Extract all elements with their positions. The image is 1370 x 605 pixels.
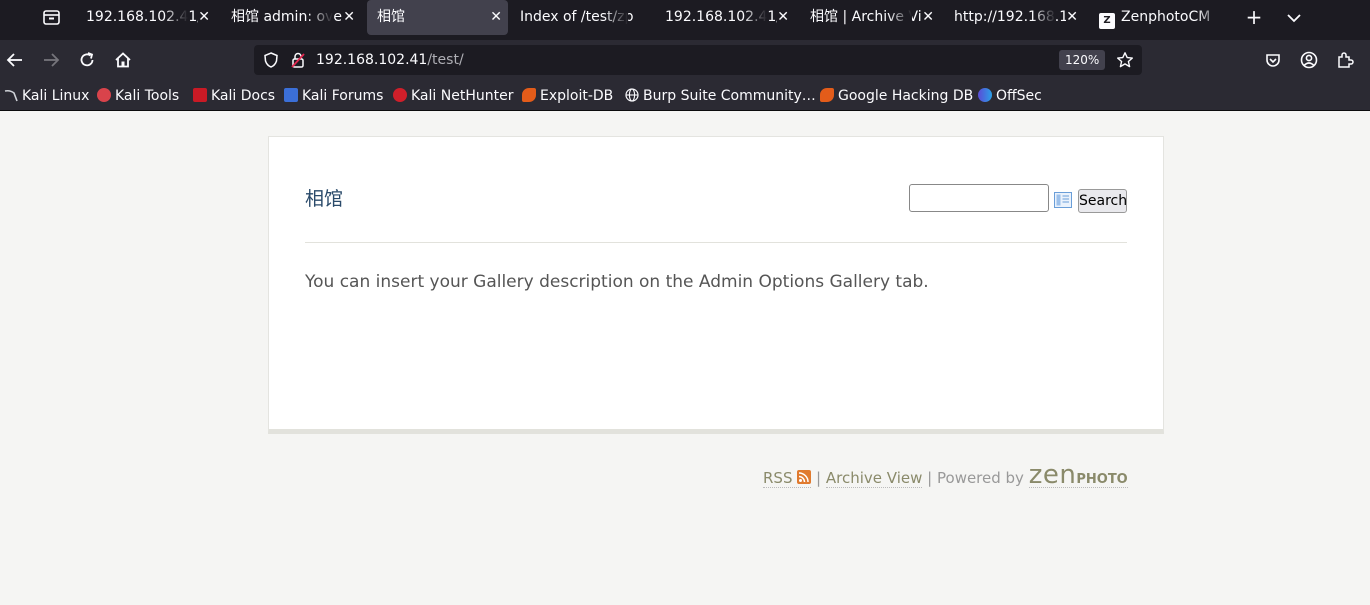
shield-icon[interactable] bbox=[262, 51, 280, 69]
zoom-level-badge[interactable]: 120% bbox=[1059, 50, 1106, 70]
address-bar[interactable]: 192.168.102.41/test/ 120% bbox=[254, 45, 1142, 75]
bookmark-label: OffSec bbox=[996, 88, 1042, 104]
ghdb-icon bbox=[820, 88, 834, 102]
chevron-down-icon[interactable] bbox=[1284, 8, 1304, 28]
bookmark-label: Google Hacking DB bbox=[838, 88, 974, 104]
bookmark-kali-tools[interactable]: Kali Tools bbox=[97, 86, 179, 106]
bookmark-star-icon[interactable] bbox=[1116, 51, 1134, 69]
firefox-view-icon[interactable] bbox=[40, 8, 64, 28]
search-button[interactable]: Search bbox=[1078, 189, 1127, 213]
bookmarks-toolbar: Kali Linux Kali Tools Kali Docs Kali For… bbox=[0, 80, 1370, 111]
search-options-icon[interactable] bbox=[1054, 192, 1072, 208]
bookmark-label: Kali Tools bbox=[115, 88, 180, 104]
zenphoto-favicon-icon: Z bbox=[1099, 13, 1115, 29]
bookmark-label: Kali Forums bbox=[302, 88, 384, 104]
bookmark-label: Kali Docs bbox=[211, 88, 276, 104]
footer-separator: | bbox=[816, 469, 822, 487]
offsec-icon bbox=[978, 88, 992, 102]
page-viewport: 相馆 Search You can insert your Gallery de… bbox=[0, 112, 1370, 605]
close-tab-icon[interactable]: ✕ bbox=[1066, 0, 1078, 35]
zenphoto-logo-zen: zen bbox=[1028, 460, 1077, 490]
gallery-container: 相馆 Search You can insert your Gallery de… bbox=[268, 136, 1164, 434]
zenphoto-logo-photo: PHOTO bbox=[1076, 472, 1128, 487]
rss-feed-icon bbox=[797, 470, 812, 484]
bookmark-google-hacking-db[interactable]: Google Hacking DB bbox=[820, 86, 973, 106]
rss-label: RSS bbox=[763, 469, 793, 487]
bookmark-kali-linux[interactable]: Kali Linux bbox=[4, 86, 89, 106]
tab-fade bbox=[888, 0, 912, 35]
tab-0[interactable]: 192.168.102.41/te ✕ bbox=[76, 0, 216, 35]
search-input[interactable] bbox=[909, 184, 1049, 212]
pocket-icon[interactable] bbox=[1263, 50, 1283, 70]
footer: RSS | Archive View | Powered by zenPHOTO bbox=[763, 460, 1128, 495]
gallery-title[interactable]: 相馆 bbox=[305, 184, 343, 211]
kali-dragon-icon bbox=[4, 88, 18, 102]
bookmark-label: Burp Suite Community… bbox=[643, 88, 816, 104]
tab-fade bbox=[1197, 0, 1221, 35]
bookmark-label: Exploit-DB bbox=[540, 88, 614, 104]
bookmark-kali-nethunter[interactable]: Kali NetHunter bbox=[393, 86, 513, 106]
new-tab-icon[interactable]: + bbox=[1244, 6, 1264, 28]
bookmark-label: Kali Linux bbox=[22, 88, 90, 104]
header-divider bbox=[305, 242, 1127, 243]
rss-link[interactable]: RSS bbox=[763, 469, 812, 488]
close-tab-icon[interactable]: ✕ bbox=[343, 0, 355, 35]
nethunter-icon bbox=[393, 88, 407, 102]
tab-3[interactable]: Index of /test/zp bbox=[510, 0, 655, 35]
powered-by-label: Powered by bbox=[937, 469, 1024, 487]
tab-strip: 192.168.102.41/te ✕ 相馆 admin: over ✕ 相馆 … bbox=[0, 0, 1370, 40]
close-tab-icon[interactable]: ✕ bbox=[922, 0, 934, 35]
bookmark-offsec[interactable]: OffSec bbox=[978, 86, 1042, 106]
insecure-lock-icon[interactable] bbox=[289, 51, 307, 69]
url-path: /test/ bbox=[427, 52, 464, 68]
tab-fade bbox=[309, 0, 333, 35]
kali-docs-icon bbox=[193, 88, 207, 102]
bookmark-label: Kali NetHunter bbox=[411, 88, 514, 104]
forward-arrow-icon[interactable] bbox=[41, 50, 61, 70]
tab-7[interactable]: Z ZenphotoCM bbox=[1089, 0, 1229, 35]
account-icon[interactable] bbox=[1299, 50, 1319, 70]
footer-separator: | bbox=[927, 469, 933, 487]
gallery-description: You can insert your Gallery description … bbox=[305, 272, 929, 292]
bookmark-kali-forums[interactable]: Kali Forums bbox=[284, 86, 383, 106]
tab-label: 相馆 bbox=[377, 9, 405, 25]
tab-fade bbox=[164, 0, 188, 35]
close-tab-icon[interactable]: ✕ bbox=[198, 0, 210, 35]
tab-1[interactable]: 相馆 admin: over ✕ bbox=[221, 0, 361, 35]
globe-icon bbox=[625, 88, 639, 102]
bookmark-burp-suite[interactable]: Burp Suite Community… bbox=[625, 86, 816, 106]
tab-6[interactable]: http://192.168.10 ✕ bbox=[944, 0, 1084, 35]
url-text[interactable]: 192.168.102.41/test/ bbox=[316, 45, 464, 75]
exploit-db-icon bbox=[522, 88, 536, 102]
home-icon[interactable] bbox=[113, 50, 133, 70]
zenphoto-logo[interactable]: zenPHOTO bbox=[1028, 460, 1128, 490]
bookmark-kali-docs[interactable]: Kali Docs bbox=[193, 86, 275, 106]
archive-view-link[interactable]: Archive View bbox=[825, 469, 923, 488]
tab-2[interactable]: 相馆 ✕ bbox=[367, 0, 508, 35]
reload-icon[interactable] bbox=[77, 50, 97, 70]
tab-5[interactable]: 相馆 | Archive Vie ✕ bbox=[800, 0, 940, 35]
extensions-icon[interactable] bbox=[1335, 50, 1355, 70]
tab-fade bbox=[743, 0, 767, 35]
back-arrow-icon[interactable] bbox=[5, 50, 25, 70]
bookmark-exploit-db[interactable]: Exploit-DB bbox=[522, 86, 613, 106]
close-tab-icon[interactable]: ✕ bbox=[490, 0, 502, 35]
tab-fade bbox=[604, 0, 628, 35]
navigation-toolbar: 192.168.102.41/test/ 120% bbox=[0, 40, 1370, 80]
kali-tools-icon bbox=[97, 88, 111, 102]
url-host: 192.168.102.41 bbox=[316, 52, 428, 68]
close-tab-icon[interactable]: ✕ bbox=[777, 0, 789, 35]
tab-fade bbox=[1032, 0, 1056, 35]
tab-4[interactable]: 192.168.102.41/te ✕ bbox=[655, 0, 795, 35]
kali-forums-icon bbox=[284, 88, 298, 102]
